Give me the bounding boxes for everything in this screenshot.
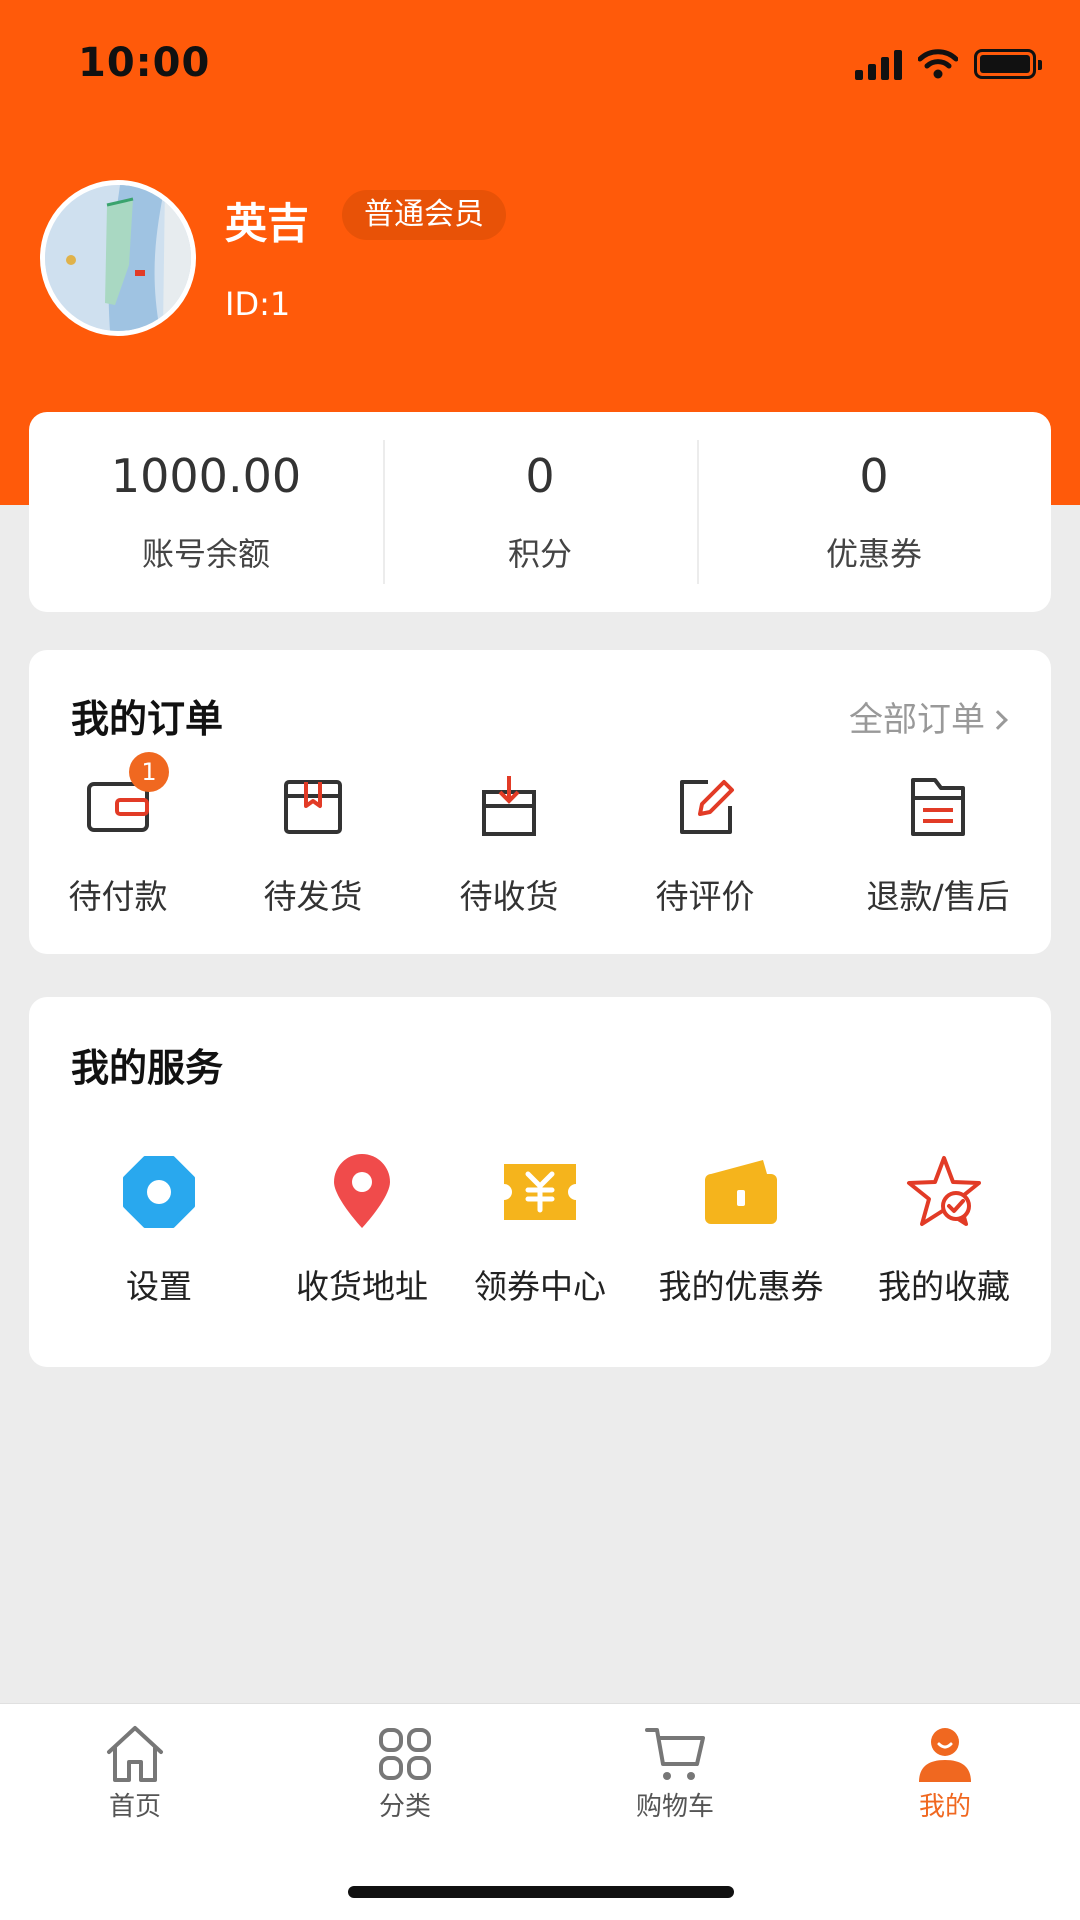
stat-coupons[interactable]: 0 优惠券 bbox=[697, 412, 1051, 612]
avatar[interactable] bbox=[40, 180, 196, 336]
box-receive-icon bbox=[482, 776, 536, 836]
coupon-center-icon bbox=[504, 1164, 576, 1220]
status-bar: 10:00 bbox=[0, 0, 1080, 130]
services-title: 我的服务 bbox=[71, 1046, 224, 1090]
cellular-signal-icon bbox=[855, 48, 902, 80]
order-pending-receipt[interactable]: 待收货 bbox=[429, 770, 589, 918]
service-favorites[interactable]: 我的收藏 bbox=[844, 1152, 1044, 1308]
stat-value: 1000.00 bbox=[110, 449, 302, 503]
category-grid-icon bbox=[379, 1728, 431, 1780]
my-services-card: 我的服务 设置 收货地址 领券中心 我的优惠券 我的收藏 bbox=[29, 997, 1051, 1367]
battery-icon bbox=[974, 49, 1042, 79]
stat-label: 积分 bbox=[507, 535, 572, 573]
user-name: 英吉 bbox=[225, 199, 310, 248]
home-icon bbox=[107, 1726, 163, 1782]
edit-review-icon bbox=[680, 780, 734, 834]
order-pending-review[interactable]: 待评价 bbox=[625, 770, 785, 918]
order-label: 待评价 bbox=[655, 877, 755, 916]
all-orders-label: 全部订单 bbox=[849, 700, 985, 740]
order-count-badge: 1 bbox=[129, 752, 169, 792]
my-orders-card: 我的订单 全部订单 1 待付款 待发货 待收货 待评价 退款/售后 bbox=[29, 650, 1051, 954]
order-label: 待收货 bbox=[459, 877, 559, 916]
order-label: 待发货 bbox=[263, 877, 363, 916]
avatar-map-image bbox=[45, 185, 191, 331]
all-orders-link[interactable]: 全部订单 bbox=[849, 692, 1008, 741]
chevron-right-icon bbox=[988, 709, 1008, 730]
service-address[interactable]: 收货地址 bbox=[262, 1152, 462, 1308]
home-indicator bbox=[348, 1886, 734, 1898]
cart-icon bbox=[645, 1728, 705, 1780]
refund-folder-icon bbox=[911, 778, 965, 836]
order-refund-aftersale[interactable]: 退款/售后 bbox=[838, 770, 1038, 918]
tab-profile[interactable]: 我的 bbox=[865, 1722, 1025, 1823]
tab-category[interactable]: 分类 bbox=[325, 1722, 485, 1823]
order-label: 待付款 bbox=[68, 877, 168, 916]
stat-balance[interactable]: 1000.00 账号余额 bbox=[29, 412, 383, 612]
service-settings[interactable]: 设置 bbox=[59, 1152, 259, 1308]
stat-points[interactable]: 0 积分 bbox=[383, 412, 697, 612]
order-label: 退款/售后 bbox=[866, 877, 1010, 916]
service-label: 设置 bbox=[126, 1267, 192, 1306]
stat-value: 0 bbox=[859, 449, 889, 503]
package-icon bbox=[284, 780, 342, 834]
tab-label: 分类 bbox=[378, 1792, 431, 1822]
user-id: ID:1 bbox=[225, 285, 291, 323]
service-label: 我的收藏 bbox=[878, 1267, 1010, 1306]
stat-label: 账号余额 bbox=[141, 535, 270, 573]
tab-cart[interactable]: 购物车 bbox=[595, 1722, 755, 1823]
member-level-badge: 普通会员 bbox=[342, 190, 506, 240]
stat-value: 0 bbox=[525, 449, 555, 503]
tab-label: 购物车 bbox=[635, 1792, 714, 1822]
status-icons bbox=[855, 48, 1042, 80]
tab-home[interactable]: 首页 bbox=[55, 1722, 215, 1823]
wifi-icon bbox=[918, 49, 958, 79]
service-label: 领券中心 bbox=[474, 1267, 606, 1306]
tab-label: 我的 bbox=[918, 1792, 971, 1822]
tab-label: 首页 bbox=[108, 1792, 161, 1822]
service-label: 收货地址 bbox=[296, 1267, 428, 1306]
order-pending-payment[interactable]: 1 待付款 bbox=[38, 752, 198, 918]
favorite-star-icon bbox=[907, 1156, 981, 1226]
order-pending-shipment[interactable]: 待发货 bbox=[233, 770, 393, 918]
service-my-coupons[interactable]: 我的优惠券 bbox=[641, 1152, 841, 1308]
status-time: 10:00 bbox=[78, 40, 211, 86]
location-pin-icon bbox=[334, 1154, 390, 1228]
stat-label: 优惠券 bbox=[825, 535, 922, 573]
service-label: 我的优惠券 bbox=[658, 1267, 824, 1306]
settings-icon bbox=[123, 1156, 195, 1228]
wallet-coupon-icon bbox=[705, 1160, 777, 1224]
service-coupon-center[interactable]: 领券中心 bbox=[440, 1152, 640, 1308]
profile-icon bbox=[919, 1728, 971, 1782]
account-stats-card: 1000.00 账号余额 0 积分 0 优惠券 bbox=[29, 412, 1051, 612]
orders-title: 我的订单 bbox=[71, 697, 224, 741]
